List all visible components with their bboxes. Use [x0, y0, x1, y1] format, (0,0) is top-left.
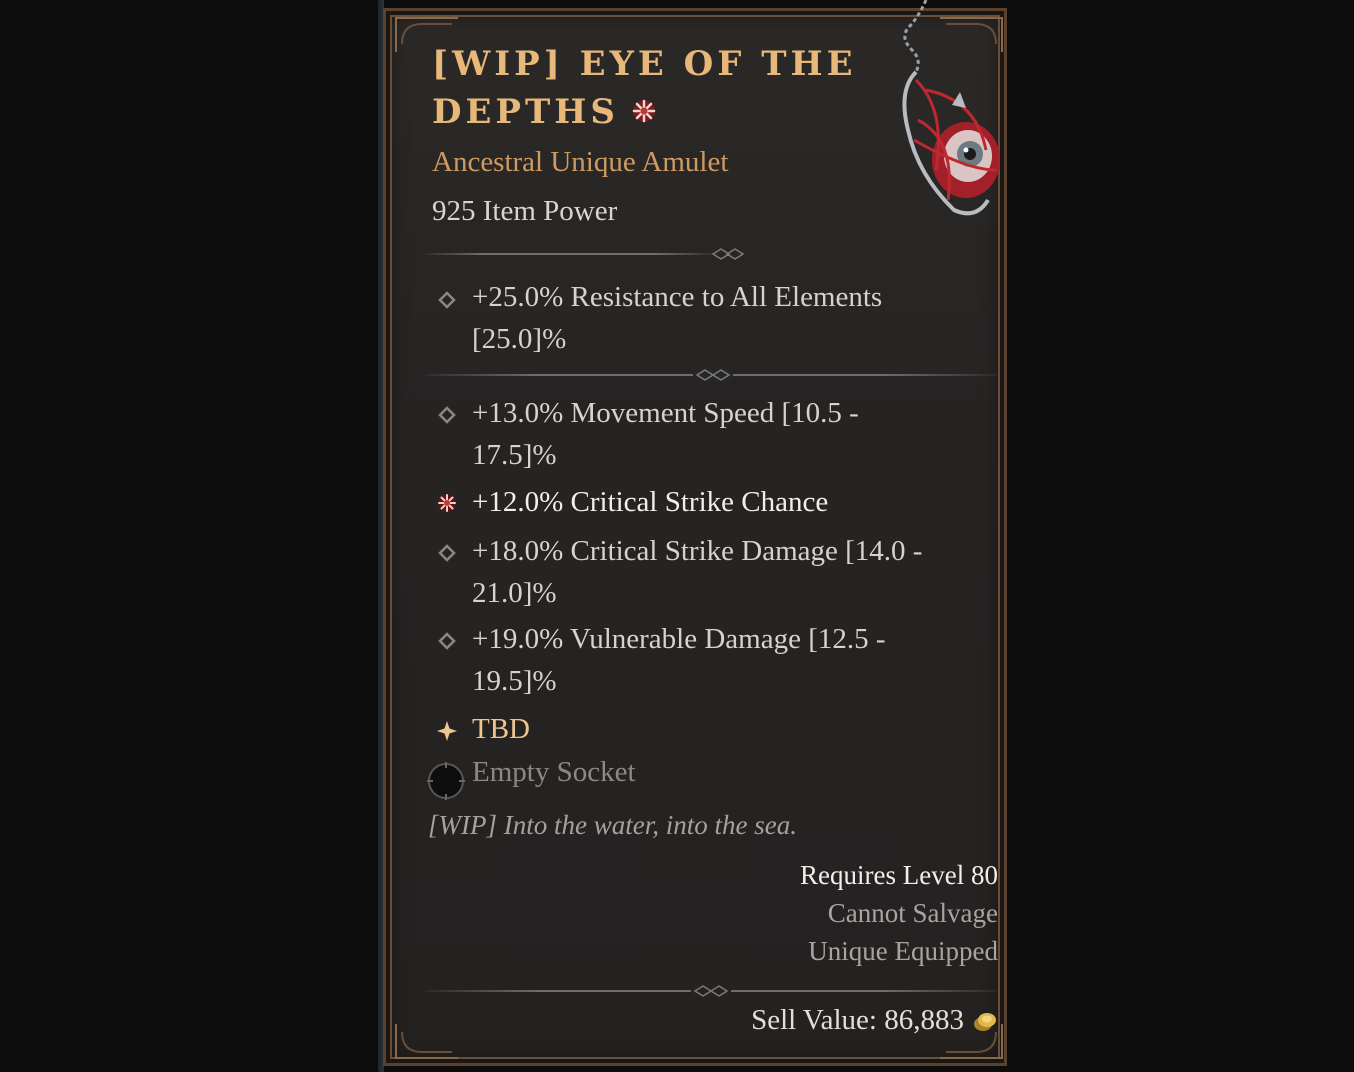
- divider-ornament: [691, 984, 731, 998]
- affix-line1: +18.0% Critical Strike Damage [14.0 -: [472, 535, 923, 567]
- flavor-text: [WIP] Into the water, into the sea.: [428, 810, 797, 840]
- item-power: 925 Item Power: [432, 195, 618, 227]
- unique-power-text: TBD: [472, 713, 530, 745]
- item-title-line2-wrap: DEPTHS: [432, 88, 852, 136]
- unique-power: TBD: [472, 708, 992, 750]
- item-type: Ancestral Unique Amulet: [432, 146, 729, 178]
- diamond-bullet-icon: [438, 291, 456, 309]
- diamond-bullet-icon: [438, 632, 456, 650]
- affix-vulnerable-damage: +19.0% Vulnerable Damage [12.5 - 19.5]%: [472, 618, 992, 702]
- empty-socket-icon: [427, 762, 465, 800]
- greater-affix-icon: [438, 494, 456, 512]
- cannot-salvage: Cannot Salvage: [827, 898, 998, 928]
- affix-line1: +12.0% Critical Strike Chance: [472, 486, 829, 518]
- affix-critical-strike-chance: +12.0% Critical Strike Chance: [472, 481, 992, 523]
- item-title: [WIP] EYE OF THE DEPTHS: [432, 40, 857, 136]
- affix-critical-strike-damage: +18.0% Critical Strike Damage [14.0 - 21…: [472, 530, 992, 614]
- diamond-bullet-icon: [438, 544, 456, 562]
- divider-ornament: [693, 368, 733, 382]
- item-title-line1: [WIP] EYE OF THE: [432, 44, 857, 84]
- affix-line1: +19.0% Vulnerable Damage [12.5 -: [472, 623, 886, 655]
- affix-line1: +13.0% Movement Speed [10.5 -: [472, 397, 859, 429]
- empty-socket-label: Empty Socket: [472, 756, 636, 788]
- affix-movement-speed: +13.0% Movement Speed [10.5 - 17.5]%: [472, 392, 992, 476]
- affix-line2: 21.0]%: [472, 577, 557, 609]
- unique-power-icon: [437, 721, 457, 741]
- unique-equipped: Unique Equipped: [808, 936, 998, 966]
- diamond-bullet-icon: [438, 406, 456, 424]
- amulet-icon: [902, 0, 1000, 216]
- item-title-line2: DEPTHS: [432, 92, 619, 132]
- divider-header: [425, 247, 745, 261]
- sell-value: Sell Value: 86,883: [751, 1004, 964, 1036]
- gold-coin-icon: [974, 1013, 996, 1031]
- requires-level: Requires Level 80: [800, 860, 998, 890]
- affix-line2: 19.5]%: [472, 665, 557, 697]
- implicit-line1: +25.0% Resistance to All Elements: [472, 281, 883, 313]
- implicit-line2: [25.0]%: [472, 323, 567, 355]
- implicit-affix: +25.0% Resistance to All Elements [25.0]…: [472, 276, 992, 360]
- tooltip-page: [WIP] EYE OF THE DEPTHS Ancestral Unique…: [0, 0, 1354, 1072]
- affix-line2: 17.5]%: [472, 439, 557, 471]
- ancestral-star-icon: [632, 99, 656, 123]
- divider-ornament: [711, 248, 745, 260]
- divider-footer: [425, 984, 997, 998]
- divider-implicit: [425, 368, 997, 382]
